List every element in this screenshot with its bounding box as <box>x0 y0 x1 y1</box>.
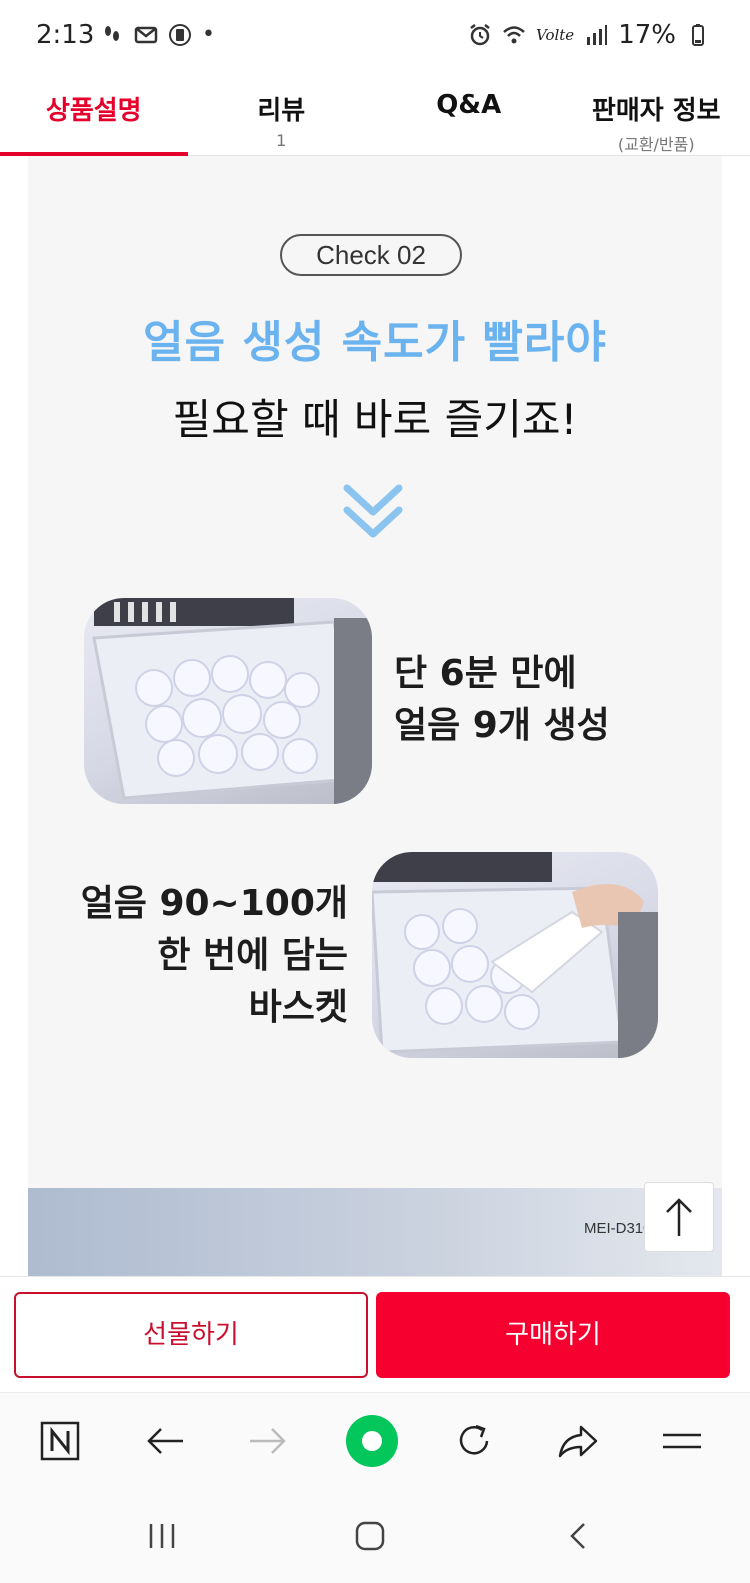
tab-seller-info-label: 판매자 정보 <box>591 96 721 126</box>
chevron-left-icon <box>570 1523 585 1549</box>
signal-icon <box>587 25 608 45</box>
status-time: 2:13 <box>36 20 95 50</box>
menu-button[interactable] <box>652 1411 712 1471</box>
product-detail-image: Check 02 얼음 생성 속도가 빨라야 필요할 때 바로 즐기죠! 단 6… <box>28 156 722 1188</box>
system-back-button[interactable] <box>548 1508 608 1564</box>
buy-button[interactable]: 구매하기 <box>376 1292 730 1378</box>
tab-description[interactable]: 상품설명 <box>0 72 188 156</box>
ice-maker-photo <box>84 598 372 804</box>
tab-qna[interactable]: Q&A <box>375 72 563 155</box>
browser-toolbar <box>0 1392 750 1488</box>
refresh-icon <box>459 1424 489 1455</box>
volte-label: Volte <box>536 26 575 44</box>
feature-basket-line1: 얼음 90~100개 <box>80 883 348 924</box>
footprints-icon <box>105 25 119 41</box>
tab-seller-info[interactable]: 판매자 정보 (교환/반품) <box>563 72 750 155</box>
ice-scoop-photo <box>372 852 658 1058</box>
feature-basket-line3: 바스켓 <box>248 987 348 1028</box>
feature-speed-line2: 얼음 9개 생성 <box>394 705 610 746</box>
forward-button[interactable] <box>238 1411 298 1471</box>
recent-apps-icon <box>149 1524 175 1548</box>
recent-apps-button[interactable] <box>132 1508 192 1564</box>
tab-seller-info-sub: (교환/반품) <box>617 135 695 154</box>
tab-reviews[interactable]: 리뷰 1 <box>188 72 376 155</box>
clipboard-icon <box>169 23 191 46</box>
tab-qna-label: Q&A <box>436 90 502 120</box>
hamburger-icon <box>663 1433 701 1449</box>
headline-black: 필요할 때 바로 즐기죠! <box>172 395 578 444</box>
green-dot-icon <box>346 1415 398 1467</box>
status-bar: 2:13 • Volte 17% <box>0 0 750 72</box>
naver-n-icon <box>40 1421 80 1461</box>
feature-basket-line2: 한 번에 담는 <box>157 935 348 976</box>
double-chevron-down-icon <box>343 484 403 538</box>
gift-button[interactable]: 선물하기 <box>14 1292 368 1378</box>
android-nav-bar <box>0 1488 750 1583</box>
feature-caption-basket: 얼음 90~100개 한 번에 담는 바스켓 <box>68 878 348 1034</box>
next-section-preview: MEI-D3100 S <box>28 1188 722 1276</box>
feature-speed-line1: 단 6분 만에 <box>394 653 577 694</box>
battery-icon <box>692 24 704 46</box>
arrow-left-icon <box>147 1428 183 1454</box>
mail-icon <box>134 26 158 43</box>
check-badge: Check 02 <box>280 234 462 276</box>
alarm-icon <box>470 24 490 46</box>
status-dot: • <box>202 22 215 47</box>
share-arrow-icon <box>558 1425 598 1458</box>
battery-percent: 17% <box>618 20 676 50</box>
headline-blue: 얼음 생성 속도가 빨라야 <box>143 317 607 368</box>
purchase-bar: 선물하기 구매하기 <box>0 1276 750 1392</box>
naver-home-button[interactable] <box>30 1411 90 1471</box>
tab-reviews-label: 리뷰 <box>257 96 306 126</box>
arrow-right-icon <box>250 1428 286 1454</box>
review-count: 1 <box>276 131 287 150</box>
refresh-button[interactable] <box>444 1411 504 1471</box>
arrow-up-icon <box>666 1198 692 1236</box>
back-button[interactable] <box>135 1411 195 1471</box>
share-button[interactable] <box>548 1411 608 1471</box>
home-button[interactable] <box>340 1508 400 1564</box>
product-tabs: 상품설명 리뷰 1 Q&A 판매자 정보 (교환/반품) <box>0 72 750 156</box>
home-icon <box>355 1521 385 1551</box>
ice-scoop-illustration <box>372 852 658 1058</box>
green-dot-button[interactable] <box>342 1411 402 1471</box>
system-icons: Volte 17% <box>468 20 710 50</box>
wifi-icon <box>503 26 525 44</box>
tab-description-label: 상품설명 <box>45 96 142 126</box>
notification-icons: • <box>100 22 215 47</box>
ice-cubes-illustration <box>92 598 372 804</box>
feature-caption-speed: 단 6분 만에 얼음 9개 생성 <box>394 648 610 752</box>
scroll-to-top-button[interactable] <box>644 1182 714 1252</box>
